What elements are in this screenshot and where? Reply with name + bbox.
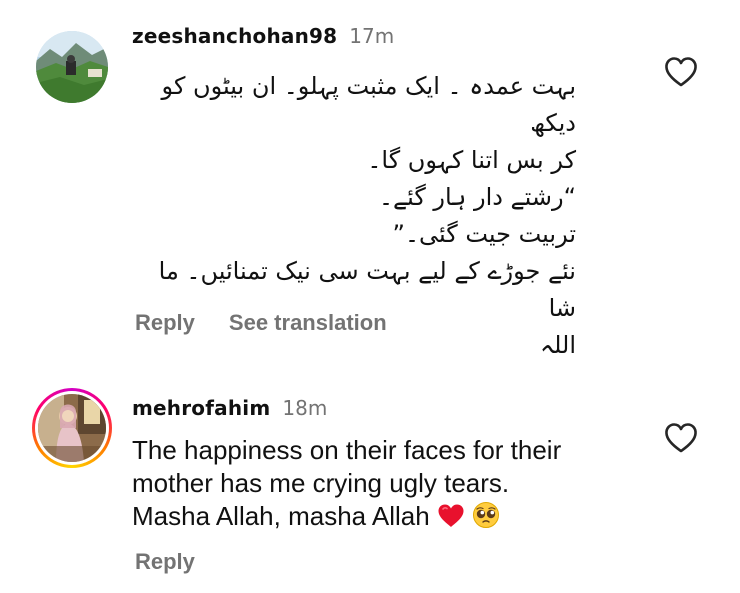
comment-actions: Reply — [135, 549, 195, 575]
like-heart-icon[interactable] — [664, 422, 698, 454]
username[interactable]: mehrofahim — [132, 396, 270, 420]
username[interactable]: zeeshanchohan98 — [132, 24, 337, 48]
like-heart-icon[interactable] — [664, 56, 698, 88]
avatar[interactable] — [36, 31, 108, 103]
comment-header: zeeshanchohan98 17m — [132, 24, 394, 54]
reply-button[interactable]: Reply — [135, 549, 195, 575]
comment-line: بہت عمدہ ۔ ایک مثبت پہلو۔ ان بیٹوں کو دی… — [161, 72, 576, 137]
red-heart-icon — [438, 504, 464, 527]
timestamp: 17m — [349, 24, 395, 48]
story-ring[interactable] — [32, 388, 112, 468]
comment-line-last: Masha Allah, masha Allah — [132, 500, 632, 533]
reply-button[interactable]: Reply — [135, 310, 195, 336]
see-translation-button[interactable]: See translation — [229, 310, 387, 336]
portrait-avatar-icon — [38, 394, 106, 462]
comment-actions: Reply See translation — [135, 310, 387, 336]
landscape-avatar-icon — [36, 31, 108, 103]
comment-line: کر بس اتنا کہوں گا۔ — [367, 146, 576, 174]
comment-line: Masha Allah, masha Allah — [132, 501, 430, 531]
comment-text: The happiness on their faces for their m… — [132, 434, 632, 533]
comment-header: mehrofahim 18m — [132, 396, 327, 426]
comment-line: mother has me crying ugly tears. — [132, 468, 510, 498]
comment-line: The happiness on their faces for their — [132, 435, 562, 465]
timestamp: 18m — [282, 396, 328, 420]
pleading-face-icon — [473, 502, 500, 528]
comment-line: “رشتے دار ہار گئے۔ — [378, 183, 576, 211]
avatar[interactable] — [38, 394, 106, 462]
comment-line: تربیت جیت گئی۔” — [392, 220, 576, 248]
